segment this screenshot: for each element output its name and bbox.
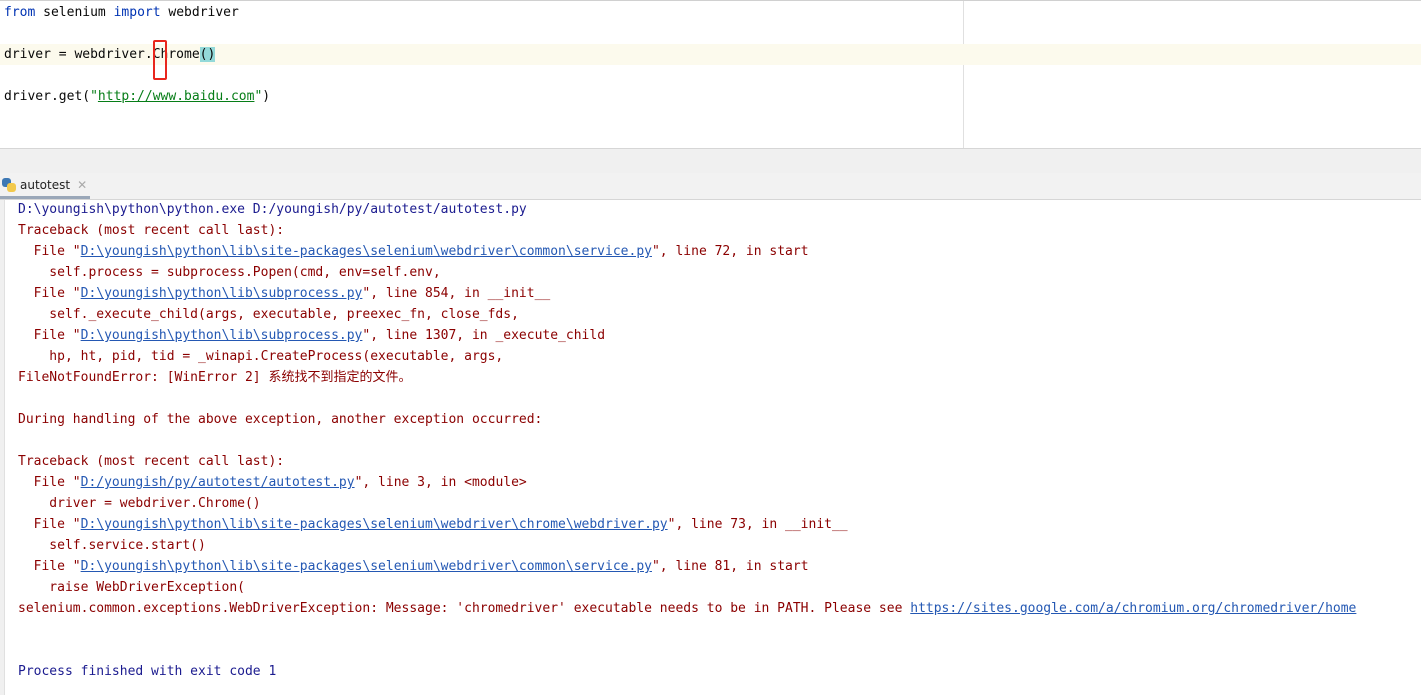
code-line: driver = webdriver.Chrome() xyxy=(0,44,1421,65)
console-line: driver = webdriver.Chrome() xyxy=(18,493,261,514)
console-text: ", line 3, in <module> xyxy=(354,475,527,490)
console-line: hp, ht, pid, tid = _winapi.CreateProcess… xyxy=(18,346,503,367)
console-line: self.service.start() xyxy=(18,535,206,556)
console-text: Traceback (most recent call last): xyxy=(18,223,285,238)
code-text: () xyxy=(199,47,216,62)
file-link[interactable]: D:\youngish\python\lib\subprocess.py xyxy=(81,328,363,343)
console-line: Traceback (most recent call last): xyxy=(18,451,284,472)
console-text: ", line 72, in start xyxy=(651,244,809,259)
file-link[interactable]: https://sites.google.com/a/chromium.org/… xyxy=(910,601,1356,616)
console-text: raise WebDriverException( xyxy=(18,580,245,595)
console-line: File "D:\youngish\python\lib\subprocess.… xyxy=(18,283,551,304)
file-link[interactable]: D:\youngish\python\lib\site-packages\sel… xyxy=(81,244,652,259)
console-text: driver = webdriver.Chrome() xyxy=(18,496,261,511)
console-text: ", line 73, in __init__ xyxy=(667,517,848,532)
console-text: self.process = subprocess.Popen(cmd, env… xyxy=(18,265,441,280)
file-link[interactable]: D:\youngish\python\lib\site-packages\sel… xyxy=(81,559,652,574)
code-text: import xyxy=(113,5,161,20)
console-line: File "D:/youngish/py/autotest/autotest.p… xyxy=(18,472,527,493)
console-text: self._execute_child(args, executable, pr… xyxy=(18,307,519,322)
python-icon xyxy=(2,177,16,192)
close-icon[interactable]: ✕ xyxy=(77,178,87,192)
console-line: File "D:\youngish\python\lib\subprocess.… xyxy=(18,325,605,346)
console-line: Process finished with exit code 1 xyxy=(18,661,276,682)
console-line: self._execute_child(args, executable, pr… xyxy=(18,304,519,325)
code-editor[interactable]: from selenium import webdriver driver = w… xyxy=(0,0,1421,149)
code-line: driver.get("http://www.baidu.com") xyxy=(4,86,270,107)
console-text: During handling of the above exception, … xyxy=(18,412,543,427)
console-gutter xyxy=(0,200,5,695)
console-line: self.process = subprocess.Popen(cmd, env… xyxy=(18,262,441,283)
run-console-output[interactable]: D:\youngish\python\python.exe D:/youngis… xyxy=(0,200,1421,695)
console-text: File " xyxy=(18,475,81,490)
console-text: D:\youngish\python\python.exe D:/youngis… xyxy=(18,202,527,217)
console-text: File " xyxy=(18,286,81,301)
console-line: During handling of the above exception, … xyxy=(18,409,542,430)
console-line: FileNotFoundError: [WinError 2] 系统找不到指定的… xyxy=(18,367,411,388)
console-text: selenium.common.exceptions.WebDriverExce… xyxy=(18,601,911,616)
console-text: ", line 1307, in _execute_child xyxy=(362,328,606,343)
console-text: Traceback (most recent call last): xyxy=(18,454,285,469)
file-link[interactable]: D:\youngish\python\lib\site-packages\sel… xyxy=(81,517,668,532)
console-line: raise WebDriverException( xyxy=(18,577,245,598)
code-text: from xyxy=(4,5,36,20)
console-line: File "D:\youngish\python\lib\site-packag… xyxy=(18,514,848,535)
code-text: ) xyxy=(262,89,271,104)
console-text: hp, ht, pid, tid = _winapi.CreateProcess… xyxy=(18,349,504,364)
code-line: from selenium import webdriver xyxy=(4,2,239,23)
console-text: File " xyxy=(18,328,81,343)
console-text: ", line 854, in __init__ xyxy=(362,286,551,301)
file-link[interactable]: D:/youngish/py/autotest/autotest.py xyxy=(81,475,355,490)
console-text: self.service.start() xyxy=(18,538,206,553)
console-text: File " xyxy=(18,244,81,259)
code-text: webdriver xyxy=(160,5,239,20)
tab-autotest[interactable]: autotest ✕ xyxy=(0,173,90,199)
console-text: Process finished with exit code 1 xyxy=(18,664,277,679)
console-line: File "D:\youngish\python\lib\site-packag… xyxy=(18,241,809,262)
panel-splitter[interactable] xyxy=(0,148,1421,174)
highlight-annotation-box xyxy=(153,40,167,80)
console-text: File " xyxy=(18,559,81,574)
console-text: FileNotFoundError: [WinError 2] 系统找不到指定的… xyxy=(18,370,412,385)
file-link[interactable]: http://www.baidu.com xyxy=(98,89,255,104)
console-line: selenium.common.exceptions.WebDriverExce… xyxy=(18,598,1356,619)
right-margin-guide xyxy=(963,1,964,149)
code-text: driver.get( xyxy=(4,89,91,104)
code-text: " xyxy=(90,89,98,104)
code-text: driver = webdriver.Chrome xyxy=(4,47,200,62)
console-line: D:\youngish\python\python.exe D:/youngis… xyxy=(18,199,527,220)
tab-label: autotest xyxy=(20,177,71,192)
console-line: Traceback (most recent call last): xyxy=(18,220,284,241)
code-text: selenium xyxy=(35,5,114,20)
console-text: File " xyxy=(18,517,81,532)
console-line: File "D:\youngish\python\lib\site-packag… xyxy=(18,556,809,577)
console-text: ", line 81, in start xyxy=(651,559,809,574)
file-link[interactable]: D:\youngish\python\lib\subprocess.py xyxy=(81,286,363,301)
run-tool-window-tabbar: autotest ✕ xyxy=(0,173,1421,200)
